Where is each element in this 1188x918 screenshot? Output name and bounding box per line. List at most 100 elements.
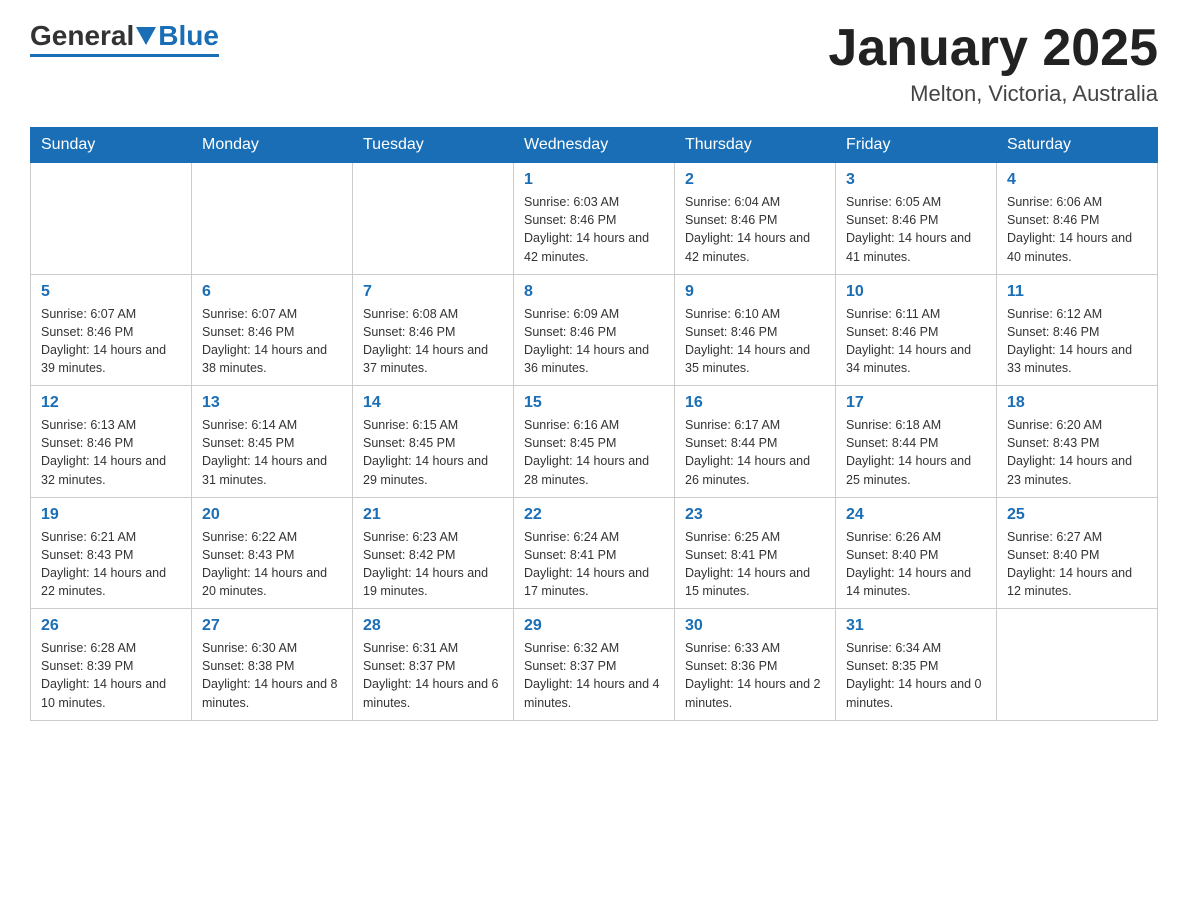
day-info: Sunrise: 6:12 AMSunset: 8:46 PMDaylight:… [1007, 305, 1147, 378]
calendar-cell: 28 Sunrise: 6:31 AMSunset: 8:37 PMDayligh… [353, 609, 514, 721]
day-info: Sunrise: 6:30 AMSunset: 8:38 PMDaylight:… [202, 639, 342, 712]
day-info: Sunrise: 6:31 AMSunset: 8:37 PMDaylight:… [363, 639, 503, 712]
calendar-cell [31, 163, 192, 275]
logo-line [30, 54, 219, 57]
calendar-cell: 30 Sunrise: 6:33 AMSunset: 8:36 PMDayligh… [675, 609, 836, 721]
day-info: Sunrise: 6:11 AMSunset: 8:46 PMDaylight:… [846, 305, 986, 378]
day-info: Sunrise: 6:03 AMSunset: 8:46 PMDaylight:… [524, 193, 664, 266]
location-subtitle: Melton, Victoria, Australia [828, 81, 1158, 107]
day-number: 27 [202, 617, 342, 635]
calendar-cell: 9Sunrise: 6:10 AMSunset: 8:46 PMDaylight… [675, 274, 836, 386]
day-info: Sunrise: 6:24 AMSunset: 8:41 PMDaylight:… [524, 528, 664, 601]
day-number: 11 [1007, 283, 1147, 301]
calendar-cell: 23 Sunrise: 6:25 AMSunset: 8:41 PMDayligh… [675, 497, 836, 609]
calendar-cell: 27 Sunrise: 6:30 AMSunset: 8:38 PMDayligh… [192, 609, 353, 721]
day-number: 5 [41, 283, 181, 301]
day-info: Sunrise: 6:34 AMSunset: 8:35 PMDaylight:… [846, 639, 986, 712]
calendar-cell: 29Sunrise: 6:32 AMSunset: 8:37 PMDayligh… [514, 609, 675, 721]
calendar-cell: 2 Sunrise: 6:04 AMSunset: 8:46 PMDaylight… [675, 163, 836, 275]
day-number: 4 [1007, 171, 1147, 189]
calendar-cell: 11 Sunrise: 6:12 AMSunset: 8:46 PMDayligh… [997, 274, 1158, 386]
day-number: 6 [202, 283, 342, 301]
day-number: 8 [524, 283, 664, 301]
day-info: Sunrise: 6:20 AMSunset: 8:43 PMDaylight:… [1007, 416, 1147, 489]
weekday-header-monday: Monday [192, 128, 353, 163]
calendar-cell: 24 Sunrise: 6:26 AMSunset: 8:40 PMDayligh… [836, 497, 997, 609]
calendar-cell: 10 Sunrise: 6:11 AMSunset: 8:46 PMDayligh… [836, 274, 997, 386]
weekday-header-thursday: Thursday [675, 128, 836, 163]
logo-blue-text: Blue [158, 20, 219, 52]
day-info: Sunrise: 6:22 AMSunset: 8:43 PMDaylight:… [202, 528, 342, 601]
calendar-cell: 17 Sunrise: 6:18 AMSunset: 8:44 PMDayligh… [836, 386, 997, 498]
day-info: Sunrise: 6:23 AMSunset: 8:42 PMDaylight:… [363, 528, 503, 601]
calendar-cell: 14Sunrise: 6:15 AMSunset: 8:45 PMDayligh… [353, 386, 514, 498]
weekday-header-friday: Friday [836, 128, 997, 163]
day-number: 12 [41, 394, 181, 412]
day-number: 3 [846, 171, 986, 189]
day-info: Sunrise: 6:26 AMSunset: 8:40 PMDaylight:… [846, 528, 986, 601]
day-info: Sunrise: 6:07 AMSunset: 8:46 PMDaylight:… [202, 305, 342, 378]
day-number: 26 [41, 617, 181, 635]
calendar-cell: 7Sunrise: 6:08 AMSunset: 8:46 PMDaylight… [353, 274, 514, 386]
page-header: General Blue January 2025 Melton, Victor… [30, 20, 1158, 107]
calendar-cell: 4 Sunrise: 6:06 AMSunset: 8:46 PMDaylight… [997, 163, 1158, 275]
day-number: 18 [1007, 394, 1147, 412]
calendar-cell: 20 Sunrise: 6:22 AMSunset: 8:43 PMDayligh… [192, 497, 353, 609]
title-section: January 2025 Melton, Victoria, Australia [828, 20, 1158, 107]
day-number: 17 [846, 394, 986, 412]
calendar-week-3: 12 Sunrise: 6:13 AMSunset: 8:46 PMDayligh… [31, 386, 1158, 498]
day-number: 20 [202, 506, 342, 524]
day-info: Sunrise: 6:05 AMSunset: 8:46 PMDaylight:… [846, 193, 986, 266]
day-number: 19 [41, 506, 181, 524]
day-number: 15 [524, 394, 664, 412]
calendar-cell: 3 Sunrise: 6:05 AMSunset: 8:46 PMDaylight… [836, 163, 997, 275]
calendar-cell: 16 Sunrise: 6:17 AMSunset: 8:44 PMDayligh… [675, 386, 836, 498]
day-number: 24 [846, 506, 986, 524]
day-number: 21 [363, 506, 503, 524]
logo-general-text: General [30, 20, 134, 52]
day-number: 30 [685, 617, 825, 635]
day-number: 1 [524, 171, 664, 189]
calendar-cell [192, 163, 353, 275]
day-number: 16 [685, 394, 825, 412]
calendar-cell: 19 Sunrise: 6:21 AMSunset: 8:43 PMDayligh… [31, 497, 192, 609]
weekday-header-sunday: Sunday [31, 128, 192, 163]
logo-triangle-icon [136, 27, 156, 45]
day-info: Sunrise: 6:13 AMSunset: 8:46 PMDaylight:… [41, 416, 181, 489]
day-info: Sunrise: 6:08 AMSunset: 8:46 PMDaylight:… [363, 305, 503, 378]
day-number: 2 [685, 171, 825, 189]
day-info: Sunrise: 6:16 AMSunset: 8:45 PMDaylight:… [524, 416, 664, 489]
calendar-cell: 1 Sunrise: 6:03 AMSunset: 8:46 PMDaylight… [514, 163, 675, 275]
day-number: 31 [846, 617, 986, 635]
month-title: January 2025 [828, 20, 1158, 77]
logo: General Blue [30, 20, 219, 57]
calendar-week-5: 26Sunrise: 6:28 AMSunset: 8:39 PMDayligh… [31, 609, 1158, 721]
day-info: Sunrise: 6:33 AMSunset: 8:36 PMDaylight:… [685, 639, 825, 712]
weekday-header-row: SundayMondayTuesdayWednesdayThursdayFrid… [31, 128, 1158, 163]
calendar-cell: 13 Sunrise: 6:14 AMSunset: 8:45 PMDayligh… [192, 386, 353, 498]
calendar-cell: 25Sunrise: 6:27 AMSunset: 8:40 PMDayligh… [997, 497, 1158, 609]
day-info: Sunrise: 6:27 AMSunset: 8:40 PMDaylight:… [1007, 528, 1147, 601]
calendar-cell: 26Sunrise: 6:28 AMSunset: 8:39 PMDayligh… [31, 609, 192, 721]
weekday-header-tuesday: Tuesday [353, 128, 514, 163]
calendar-table: SundayMondayTuesdayWednesdayThursdayFrid… [30, 127, 1158, 721]
calendar-cell: 6 Sunrise: 6:07 AMSunset: 8:46 PMDaylight… [192, 274, 353, 386]
calendar-cell: 12 Sunrise: 6:13 AMSunset: 8:46 PMDayligh… [31, 386, 192, 498]
day-info: Sunrise: 6:25 AMSunset: 8:41 PMDaylight:… [685, 528, 825, 601]
day-info: Sunrise: 6:17 AMSunset: 8:44 PMDaylight:… [685, 416, 825, 489]
day-info: Sunrise: 6:06 AMSunset: 8:46 PMDaylight:… [1007, 193, 1147, 266]
day-number: 28 [363, 617, 503, 635]
day-info: Sunrise: 6:18 AMSunset: 8:44 PMDaylight:… [846, 416, 986, 489]
day-number: 13 [202, 394, 342, 412]
day-info: Sunrise: 6:10 AMSunset: 8:46 PMDaylight:… [685, 305, 825, 378]
calendar-week-4: 19 Sunrise: 6:21 AMSunset: 8:43 PMDayligh… [31, 497, 1158, 609]
day-info: Sunrise: 6:21 AMSunset: 8:43 PMDaylight:… [41, 528, 181, 601]
day-info: Sunrise: 6:15 AMSunset: 8:45 PMDaylight:… [363, 416, 503, 489]
calendar-cell: 22Sunrise: 6:24 AMSunset: 8:41 PMDayligh… [514, 497, 675, 609]
day-number: 23 [685, 506, 825, 524]
day-number: 10 [846, 283, 986, 301]
calendar-week-1: 1 Sunrise: 6:03 AMSunset: 8:46 PMDaylight… [31, 163, 1158, 275]
day-info: Sunrise: 6:04 AMSunset: 8:46 PMDaylight:… [685, 193, 825, 266]
day-info: Sunrise: 6:14 AMSunset: 8:45 PMDaylight:… [202, 416, 342, 489]
day-info: Sunrise: 6:07 AMSunset: 8:46 PMDaylight:… [41, 305, 181, 378]
